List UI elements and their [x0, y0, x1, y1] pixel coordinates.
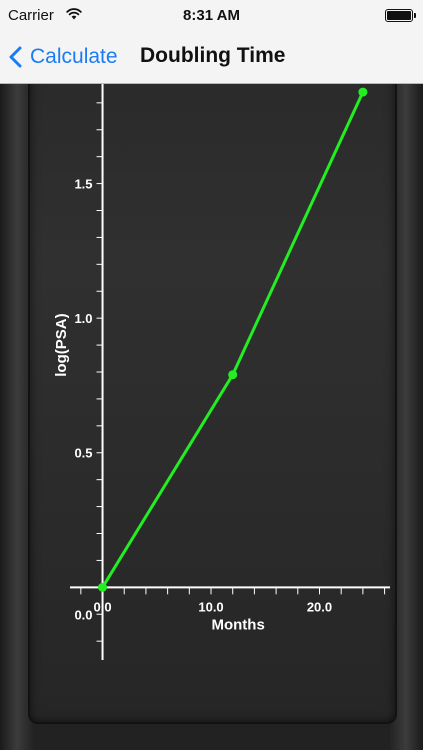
back-button[interactable]: Calculate: [8, 42, 118, 72]
back-label: Calculate: [30, 45, 118, 68]
data-point: [228, 370, 238, 380]
page-title: Doubling Time: [140, 44, 286, 67]
navigation-bar: Calculate Doubling Time: [0, 30, 423, 84]
data-point: [358, 87, 368, 97]
y-tick-label: 0.5: [74, 446, 92, 461]
data-point: [98, 582, 108, 592]
chevron-left-icon: [9, 46, 22, 68]
series-line: [101, 91, 365, 589]
x-tick-label: 0.0: [94, 599, 112, 614]
x-axis-label: Months: [211, 616, 264, 633]
status-bar: Carrier 8:31 AM: [0, 0, 423, 30]
x-tick-label: 10.0: [198, 599, 223, 614]
y-tick-label: 1.0: [74, 311, 92, 326]
y-axis-label: log(PSA): [53, 313, 70, 376]
y-origin-label: 0.0: [74, 607, 92, 622]
x-tick-label: 20.0: [307, 599, 332, 614]
chart: 0.0 10.0 20.0 0.5 1.0 1.5 0.0 Months log(PSA): [53, 84, 390, 660]
header: Carrier 8:31 AM Calculate Doubling Time: [0, 0, 423, 84]
status-time: 8:31 AM: [183, 7, 240, 24]
y-tick-label: 1.5: [74, 177, 92, 192]
battery-icon: [385, 9, 416, 22]
